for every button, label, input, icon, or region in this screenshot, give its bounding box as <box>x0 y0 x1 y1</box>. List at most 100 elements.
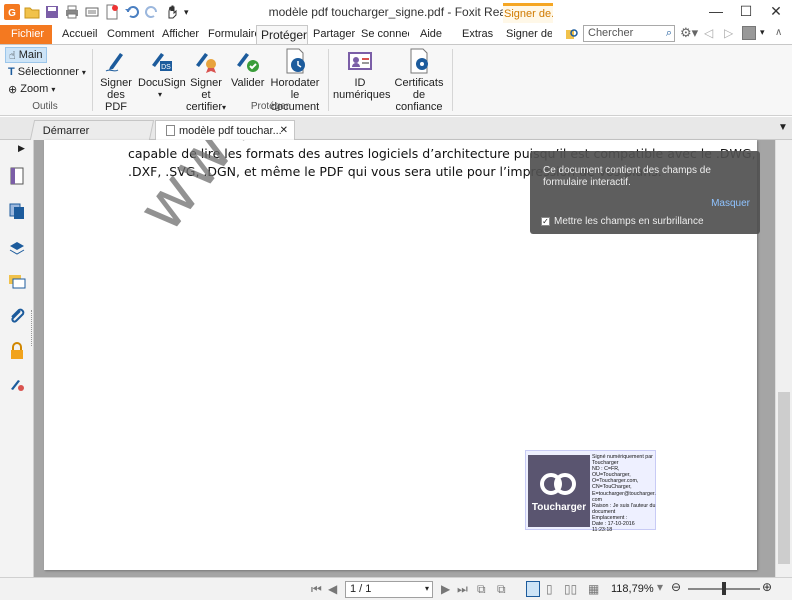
validate-signature-icon <box>237 53 259 72</box>
tab-sign-documents[interactable]: Signer des <box>506 25 552 44</box>
ribbon-toolbar: ☝ Main T Sélectionner ▾ ⊕ Zoom ▾ Outils … <box>0 44 792 116</box>
context-tab-signer[interactable]: Signer de... <box>503 3 553 23</box>
forward-icon[interactable]: ▷ <box>724 26 733 40</box>
select-tool-button[interactable]: T Sélectionner ▾ <box>5 64 89 80</box>
vertical-scrollbar[interactable] <box>775 140 792 577</box>
ribbon-tabs: Fichier Accueil Commentaire Afficher For… <box>0 24 792 45</box>
sign-pdf-label-1: Signer <box>100 77 132 89</box>
digital-signature-field[interactable]: Toucharger Signé numériquement par Touch… <box>525 450 656 533</box>
window-title: modèle pdf toucharger_signe.pdf - Foxit … <box>268 5 524 19</box>
tab-help[interactable]: Aide <box>420 25 446 44</box>
user-avatar-icon[interactable] <box>742 26 756 40</box>
sign-certify-button[interactable]: Signer et certifier▾ <box>184 47 228 114</box>
lock-icon[interactable] <box>8 342 26 360</box>
sign-pdf-button[interactable]: Signer des PDF <box>96 47 136 113</box>
digital-ids-button[interactable]: ID numériques <box>333 47 390 101</box>
digital-ids-label-1: ID <box>354 77 366 89</box>
next-view-icon[interactable]: ⧉ <box>497 582 506 597</box>
ribbon-separator <box>92 49 93 111</box>
tab-home[interactable]: Accueil <box>62 25 100 44</box>
tab-document-label: modèle pdf touchar... <box>179 125 282 137</box>
tab-connect[interactable]: Se connecter <box>361 25 409 44</box>
signature-logo-text: Toucharger <box>531 502 587 513</box>
gear-icon[interactable]: ⚙▾ <box>680 25 698 41</box>
tab-view[interactable]: Afficher <box>162 25 202 44</box>
previous-view-icon[interactable]: ⧉ <box>477 582 486 597</box>
signature-line: E=toucharger@toucharger. <box>592 490 656 497</box>
title-bar: G ▾ modèle pdf toucharger_signe.pdf - Fo… <box>0 0 792 24</box>
select-tool-label: Sélectionner <box>17 66 79 78</box>
first-page-icon[interactable]: ⏮ <box>311 582 322 597</box>
collapse-ribbon-icon[interactable]: ∧ <box>775 27 782 38</box>
highlight-fields-label: Mettre les champs en surbrillance <box>554 216 704 227</box>
search-placeholder: Chercher <box>588 27 634 39</box>
pen-sign-icon <box>105 53 123 72</box>
next-page-icon[interactable]: ▶ <box>441 582 450 596</box>
tell-me-icon[interactable] <box>565 27 579 41</box>
hide-notification-link[interactable]: Masquer <box>711 198 750 209</box>
page-dropdown-icon[interactable]: ▾ <box>425 584 429 593</box>
layers-icon[interactable] <box>8 202 26 220</box>
last-page-icon[interactable]: ⏭ <box>457 582 468 597</box>
timestamp-label-1: Horodater le <box>270 77 320 101</box>
continuous-view-icon[interactable]: ▯ <box>546 582 553 596</box>
validate-label: Valider <box>231 77 265 89</box>
comments-icon[interactable] <box>8 273 26 291</box>
chevron-down-icon: ▾ <box>157 90 162 99</box>
tab-file[interactable]: Fichier <box>0 25 52 44</box>
zoom-tool-label: Zoom <box>20 83 49 95</box>
attachment-icon[interactable] <box>8 307 26 325</box>
zoom-slider-handle[interactable] <box>722 582 726 595</box>
sign-certify-label-2-text: certifier <box>185 101 223 113</box>
tab-comment[interactable]: Commentaire <box>107 25 154 44</box>
tab-extras[interactable]: Extras <box>462 25 496 44</box>
tab-list-dropdown-icon[interactable]: ▼ <box>778 122 788 133</box>
validate-button[interactable]: Valider <box>231 47 265 89</box>
search-input[interactable]: Chercher ⌕ <box>583 25 675 42</box>
zoom-dropdown-icon[interactable]: ▾ <box>657 580 663 594</box>
tab-form[interactable]: Formulaire <box>208 25 256 44</box>
signature-details: Signé numériquement par Toucharger ND : … <box>592 454 656 533</box>
trusted-certs-label-1: Certificats <box>394 77 444 89</box>
zoom-in-icon[interactable]: ⊕ <box>762 580 772 594</box>
back-icon[interactable]: ◁ <box>704 26 713 40</box>
panel-resize-handle[interactable] <box>31 310 33 346</box>
zoom-tool-button[interactable]: ⊕ Zoom ▾ <box>5 81 58 97</box>
continuous-facing-view-icon[interactable]: ▦ <box>588 582 599 596</box>
expand-panel-icon[interactable]: ▶ <box>18 143 25 154</box>
signature-panel-icon[interactable] <box>8 376 26 394</box>
single-page-view-icon[interactable] <box>526 581 540 597</box>
page-thumbnails-icon[interactable] <box>8 167 26 185</box>
close-button[interactable]: ✕ <box>761 3 791 21</box>
sign-certify-icon <box>196 53 216 73</box>
tab-protect[interactable]: Protéger <box>256 25 308 45</box>
tab-start[interactable]: Démarrer <box>29 120 155 140</box>
ribbon-separator <box>328 49 329 111</box>
previous-page-icon[interactable]: ◀ <box>328 582 337 596</box>
scrollbar-thumb[interactable] <box>778 392 790 564</box>
tab-share[interactable]: Partager <box>313 25 355 44</box>
docusign-button[interactable]: DS DocuSign ▾ <box>138 47 186 101</box>
user-dropdown-icon[interactable]: ▾ <box>760 27 765 38</box>
highlight-fields-checkbox-row[interactable]: ✓ Mettre les champs en surbrillance <box>541 216 704 227</box>
bookmark-layers-icon[interactable] <box>8 238 26 256</box>
tab-document[interactable]: modèle pdf touchar... ✕ <box>155 120 295 140</box>
tab-start-label: Démarrer <box>42 125 90 137</box>
signature-line: Date : 17-10-2016 11:23:18 <box>592 521 635 534</box>
form-fields-notification: Ce document contient des champs de formu… <box>530 151 760 234</box>
signature-line: Signé numériquement par Toucharger <box>592 454 653 467</box>
trusted-certificates-button[interactable]: Certificats de confiance <box>389 47 449 113</box>
hand-tool-button[interactable]: ☝ Main <box>5 47 47 63</box>
trusted-certs-label-2: de confiance <box>395 89 443 113</box>
highlight-fields-checkbox[interactable]: ✓ <box>541 217 550 226</box>
close-tab-icon[interactable]: ✕ <box>280 125 288 136</box>
chevron-down-icon: ▾ <box>222 103 227 112</box>
zoom-out-icon[interactable]: ⊖ <box>671 580 681 594</box>
minimize-button[interactable]: — <box>701 3 731 21</box>
facing-view-icon[interactable]: ▯▯ <box>564 582 577 596</box>
page-number-input[interactable]: 1 / 1 ▾ <box>345 581 433 598</box>
search-icon[interactable]: ⌕ <box>666 27 672 40</box>
sign-certify-label-2: certifier▾ <box>184 101 228 114</box>
maximize-button[interactable]: ☐ <box>731 3 761 21</box>
select-text-icon: T <box>8 66 15 78</box>
